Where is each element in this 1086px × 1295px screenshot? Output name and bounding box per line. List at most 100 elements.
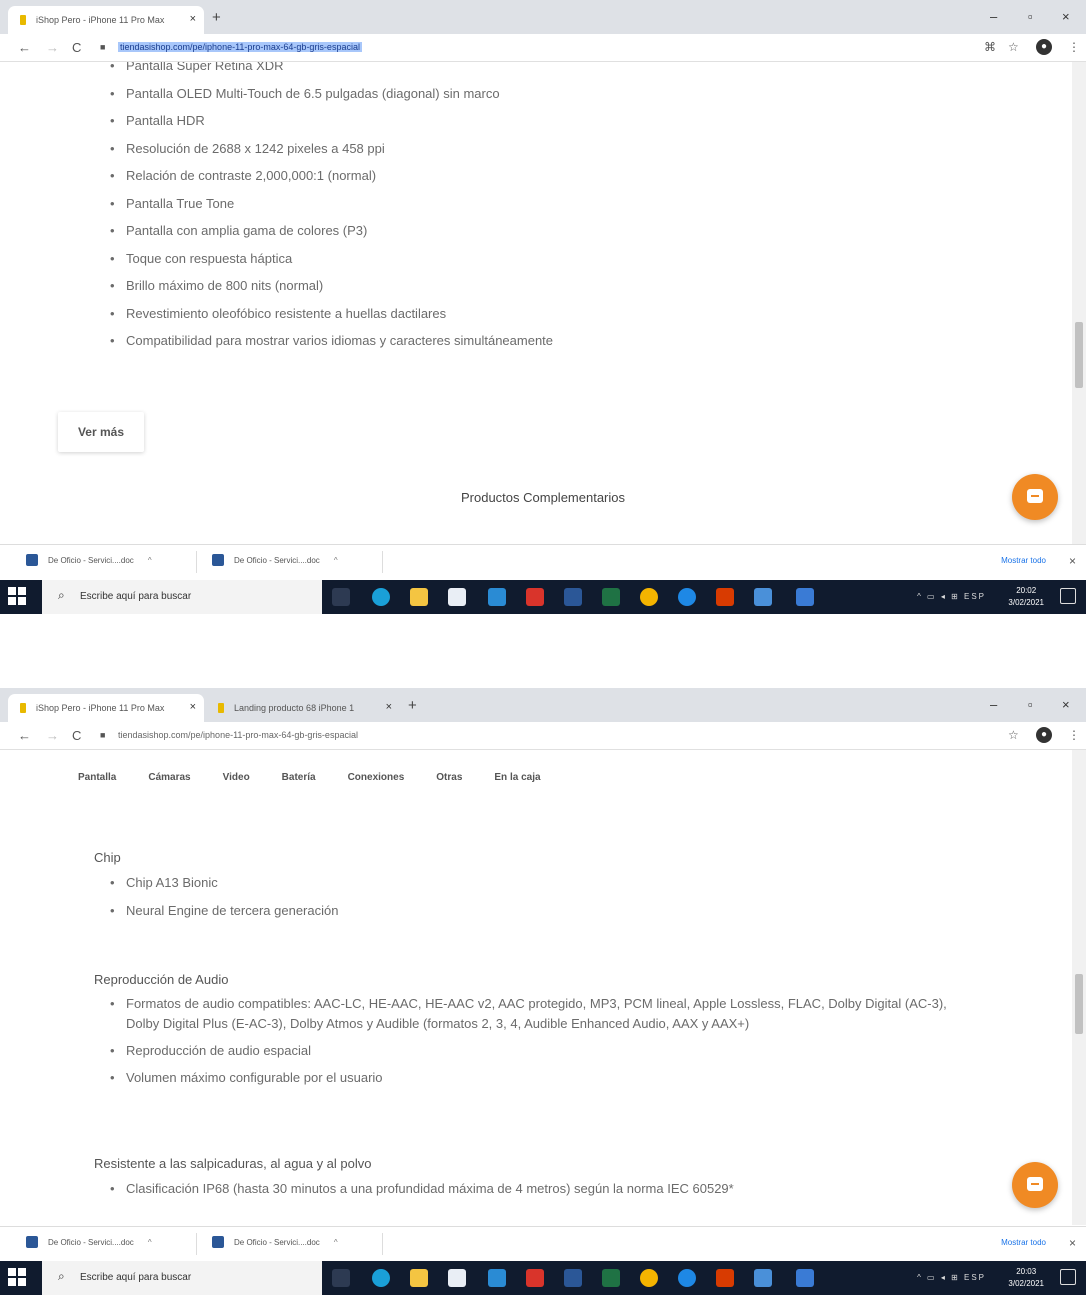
- chat-button[interactable]: [1012, 1162, 1058, 1208]
- close-icon[interactable]: ×: [190, 13, 196, 25]
- notifications-icon[interactable]: [1060, 588, 1076, 604]
- bookmark-star-icon[interactable]: ☆: [1008, 728, 1019, 742]
- chrome-icon[interactable]: [640, 588, 658, 606]
- windows-start-icon[interactable]: [8, 587, 26, 605]
- clock[interactable]: 20:03 3/02/2021: [1008, 1266, 1044, 1290]
- download-item[interactable]: De Oficio - Servici....doc ^: [212, 1236, 338, 1248]
- reload-icon[interactable]: C: [72, 40, 81, 55]
- teamviewer-icon[interactable]: [678, 588, 696, 606]
- back-icon[interactable]: ←: [18, 728, 31, 743]
- download-item[interactable]: De Oficio - Servici....doc ^: [212, 554, 338, 566]
- mail-icon[interactable]: [488, 1269, 506, 1287]
- store-icon[interactable]: [448, 588, 466, 606]
- notifications-icon[interactable]: [1060, 1269, 1076, 1285]
- acrobat-icon[interactable]: [526, 1269, 544, 1287]
- page-scrollbar[interactable]: [1072, 750, 1086, 1225]
- close-icon[interactable]: ×: [1069, 554, 1076, 568]
- edge-icon[interactable]: [372, 588, 390, 606]
- forward-icon[interactable]: →: [46, 728, 59, 743]
- app-icon[interactable]: [796, 588, 814, 606]
- new-tab-icon[interactable]: +: [212, 10, 221, 25]
- minimize-icon[interactable]: –: [990, 697, 997, 712]
- tab-video[interactable]: Video: [207, 764, 266, 794]
- acrobat-icon[interactable]: [526, 588, 544, 606]
- browser-tab[interactable]: Landing producto 68 iPhone 1 ×: [206, 694, 400, 722]
- chrome-icon[interactable]: [640, 1269, 658, 1287]
- scrollbar-thumb[interactable]: [1075, 974, 1083, 1034]
- close-icon[interactable]: ×: [386, 701, 392, 713]
- address-bar[interactable]: ■ tiendasishop.com/pe/iphone-11-pro-max-…: [96, 726, 966, 746]
- browser-tab[interactable]: iShop Pero - iPhone 11 Pro Max ×: [8, 694, 204, 722]
- chevron-up-icon[interactable]: ^: [148, 556, 152, 565]
- file-explorer-icon[interactable]: [410, 1269, 428, 1287]
- task-view-icon[interactable]: [332, 1269, 350, 1287]
- store-icon[interactable]: [448, 1269, 466, 1287]
- maximize-icon[interactable]: ▫: [1028, 697, 1033, 712]
- app-icon[interactable]: [716, 1269, 734, 1287]
- ver-mas-button[interactable]: Ver más: [58, 412, 144, 452]
- account-icon[interactable]: ●: [1036, 39, 1052, 55]
- menu-dots-icon[interactable]: ⋮: [1068, 40, 1080, 54]
- tab-conexiones[interactable]: Conexiones: [332, 764, 421, 794]
- tab-camaras[interactable]: Cámaras: [132, 764, 206, 794]
- download-item[interactable]: De Oficio - Servici....doc ^: [26, 554, 152, 566]
- edge-icon[interactable]: [372, 1269, 390, 1287]
- app-icon[interactable]: [796, 1269, 814, 1287]
- scrollbar-thumb[interactable]: [1075, 322, 1083, 388]
- browser-tab[interactable]: iShop Pero - iPhone 11 Pro Max ×: [8, 6, 204, 34]
- app-icon[interactable]: [754, 1269, 772, 1287]
- language-indicator[interactable]: ESP: [964, 1273, 986, 1282]
- chevron-up-icon[interactable]: ^: [148, 1238, 152, 1247]
- minimize-icon[interactable]: –: [990, 9, 997, 24]
- show-all-link[interactable]: Mostrar todo: [1001, 556, 1046, 565]
- close-icon[interactable]: ×: [190, 701, 196, 713]
- language-indicator[interactable]: ESP: [964, 592, 986, 601]
- page-scrollbar[interactable]: [1072, 62, 1086, 544]
- bookmark-star-icon[interactable]: ☆: [1008, 40, 1019, 54]
- new-tab-icon[interactable]: +: [408, 698, 417, 713]
- system-tray[interactable]: ^ ▭ ◂ ⊞ ESP: [917, 592, 986, 601]
- maximize-icon[interactable]: ▫: [1028, 9, 1033, 24]
- word-icon[interactable]: [564, 1269, 582, 1287]
- taskbar-search[interactable]: ⌕ Escribe aquí para buscar: [42, 1261, 322, 1295]
- translate-icon[interactable]: ⌘: [984, 40, 996, 54]
- window-close-icon[interactable]: ×: [1062, 9, 1070, 24]
- close-icon[interactable]: ×: [1069, 1236, 1076, 1250]
- url-text[interactable]: tiendasishop.com/pe/iphone-11-pro-max-64…: [118, 730, 358, 740]
- list-item: Compatibilidad para mostrar varios idiom…: [108, 327, 553, 355]
- address-bar[interactable]: ■ tiendasishop.com/pe/iphone-11-pro-max-…: [96, 38, 966, 58]
- download-filename: De Oficio - Servici....doc: [48, 556, 134, 565]
- excel-icon[interactable]: [602, 588, 620, 606]
- mail-icon[interactable]: [488, 588, 506, 606]
- search-placeholder[interactable]: Escribe aquí para buscar: [80, 591, 191, 602]
- excel-icon[interactable]: [602, 1269, 620, 1287]
- show-all-link[interactable]: Mostrar todo: [1001, 1238, 1046, 1247]
- tab-otras[interactable]: Otras: [420, 764, 478, 794]
- task-view-icon[interactable]: [332, 588, 350, 606]
- clock[interactable]: 20:02 3/02/2021: [1008, 585, 1044, 609]
- taskbar-search[interactable]: ⌕ Escribe aquí para buscar: [42, 580, 322, 614]
- chevron-up-icon[interactable]: ^: [334, 1238, 338, 1247]
- teamviewer-icon[interactable]: [678, 1269, 696, 1287]
- tab-pantalla[interactable]: Pantalla: [62, 764, 132, 794]
- reload-icon[interactable]: C: [72, 728, 81, 743]
- window-close-icon[interactable]: ×: [1062, 697, 1070, 712]
- list-item: Pantalla HDR: [108, 107, 553, 135]
- account-icon[interactable]: ●: [1036, 727, 1052, 743]
- url-text[interactable]: tiendasishop.com/pe/iphone-11-pro-max-64…: [118, 42, 362, 52]
- download-item[interactable]: De Oficio - Servici....doc ^: [26, 1236, 152, 1248]
- system-tray[interactable]: ^ ▭ ◂ ⊞ ESP: [917, 1273, 986, 1282]
- back-icon[interactable]: ←: [18, 40, 31, 55]
- windows-start-icon[interactable]: [8, 1268, 26, 1286]
- file-explorer-icon[interactable]: [410, 588, 428, 606]
- menu-dots-icon[interactable]: ⋮: [1068, 728, 1080, 742]
- word-icon[interactable]: [564, 588, 582, 606]
- app-icon[interactable]: [716, 588, 734, 606]
- tab-en-la-caja[interactable]: En la caja: [478, 764, 556, 794]
- forward-icon[interactable]: →: [46, 40, 59, 55]
- app-icon[interactable]: [754, 588, 772, 606]
- search-placeholder[interactable]: Escribe aquí para buscar: [80, 1272, 191, 1283]
- chat-button[interactable]: [1012, 474, 1058, 520]
- chevron-up-icon[interactable]: ^: [334, 556, 338, 565]
- tab-bateria[interactable]: Batería: [266, 764, 332, 794]
